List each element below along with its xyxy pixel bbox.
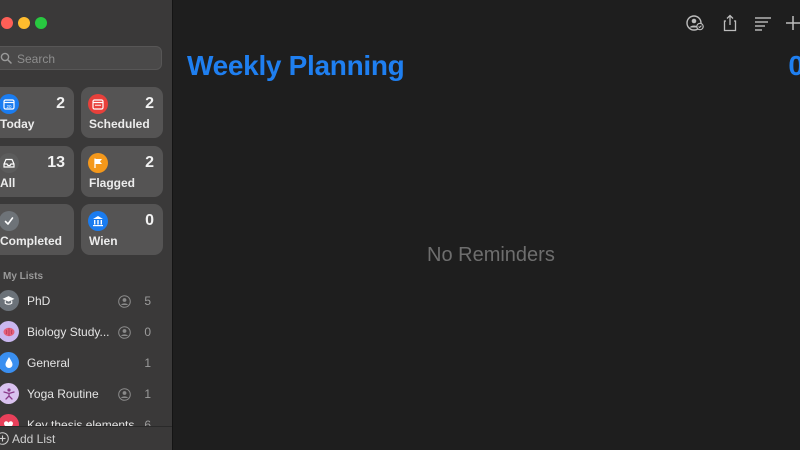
empty-state-text: No Reminders xyxy=(427,244,555,266)
calendar-today-icon: 20 xyxy=(0,94,19,114)
tray-icon xyxy=(0,153,19,173)
smart-list-wien[interactable]: 0 Wien xyxy=(81,204,163,255)
list-title: Weekly Planning xyxy=(187,50,405,81)
list-count: 5 xyxy=(144,294,151,308)
share-people-icon[interactable] xyxy=(685,14,705,32)
search-icon xyxy=(0,52,12,64)
close-window-button[interactable] xyxy=(1,17,13,29)
smart-list-label: Flagged xyxy=(89,176,136,190)
smart-list-scheduled[interactable]: 2 Scheduled xyxy=(81,87,163,138)
search-input[interactable] xyxy=(15,49,159,69)
list-count-total: 0 xyxy=(788,50,800,81)
smart-list-all[interactable]: 13 All xyxy=(0,146,74,197)
list-item-yoga-routine[interactable]: Yoga Routine 1 xyxy=(0,381,172,407)
smart-list-count: 2 xyxy=(145,154,154,171)
brain-icon xyxy=(0,321,19,342)
list-item-general[interactable]: General 1 xyxy=(0,350,172,376)
list-count: 1 xyxy=(144,387,151,401)
smart-list-label: Scheduled xyxy=(89,117,150,131)
list-item-biology-study[interactable]: Biology Study... 0 xyxy=(0,319,172,345)
list-name: Biology Study... xyxy=(27,325,110,339)
smart-list-count: 0 xyxy=(145,212,154,229)
smart-list-count: 2 xyxy=(145,95,154,112)
list-name: PhD xyxy=(27,294,51,308)
shared-person-icon xyxy=(118,326,131,339)
shared-person-icon xyxy=(118,295,131,308)
zoom-window-button[interactable] xyxy=(35,17,47,29)
flag-icon xyxy=(88,153,108,173)
sidebar: 20 2 Today 2 Scheduled 13 All 2 Flagged … xyxy=(0,0,173,450)
smart-list-completed[interactable]: Completed xyxy=(0,204,74,255)
list-count: 1 xyxy=(144,356,151,370)
smart-list-label: Wien xyxy=(89,234,118,248)
droplet-icon xyxy=(0,352,19,373)
search-field[interactable] xyxy=(0,46,162,70)
list-name: Yoga Routine xyxy=(27,387,99,401)
list-count: 0 xyxy=(144,325,151,339)
smart-list-today[interactable]: 20 2 Today xyxy=(0,87,74,138)
plus-icon[interactable] xyxy=(785,14,800,32)
my-lists-heading: My Lists xyxy=(3,271,44,282)
shared-person-icon xyxy=(118,388,131,401)
add-list-label: Add List xyxy=(12,432,56,446)
svg-text:20: 20 xyxy=(6,104,12,109)
smart-list-label: Completed xyxy=(0,234,63,248)
sort-lines-icon[interactable] xyxy=(753,14,773,32)
checkmark-icon xyxy=(0,211,19,231)
main-content: Weekly Planning 0 No Reminders xyxy=(173,0,800,450)
list-item-phd[interactable]: PhD 5 xyxy=(0,288,172,314)
smart-list-label: All xyxy=(0,176,16,190)
smart-list-count: 13 xyxy=(47,154,65,171)
share-icon[interactable] xyxy=(720,14,740,32)
list-name: General xyxy=(27,356,70,370)
minimize-window-button[interactable] xyxy=(18,17,30,29)
smart-list-flagged[interactable]: 2 Flagged xyxy=(81,146,163,197)
add-list-button[interactable]: Add List xyxy=(0,426,172,450)
graduation-cap-icon xyxy=(0,290,19,311)
smart-list-count: 2 xyxy=(56,95,65,112)
smart-list-label: Today xyxy=(0,117,35,131)
plus-circle-icon xyxy=(0,432,9,445)
calendar-scheduled-icon xyxy=(88,94,108,114)
yoga-figure-icon xyxy=(0,383,19,404)
building-columns-icon xyxy=(88,211,108,231)
